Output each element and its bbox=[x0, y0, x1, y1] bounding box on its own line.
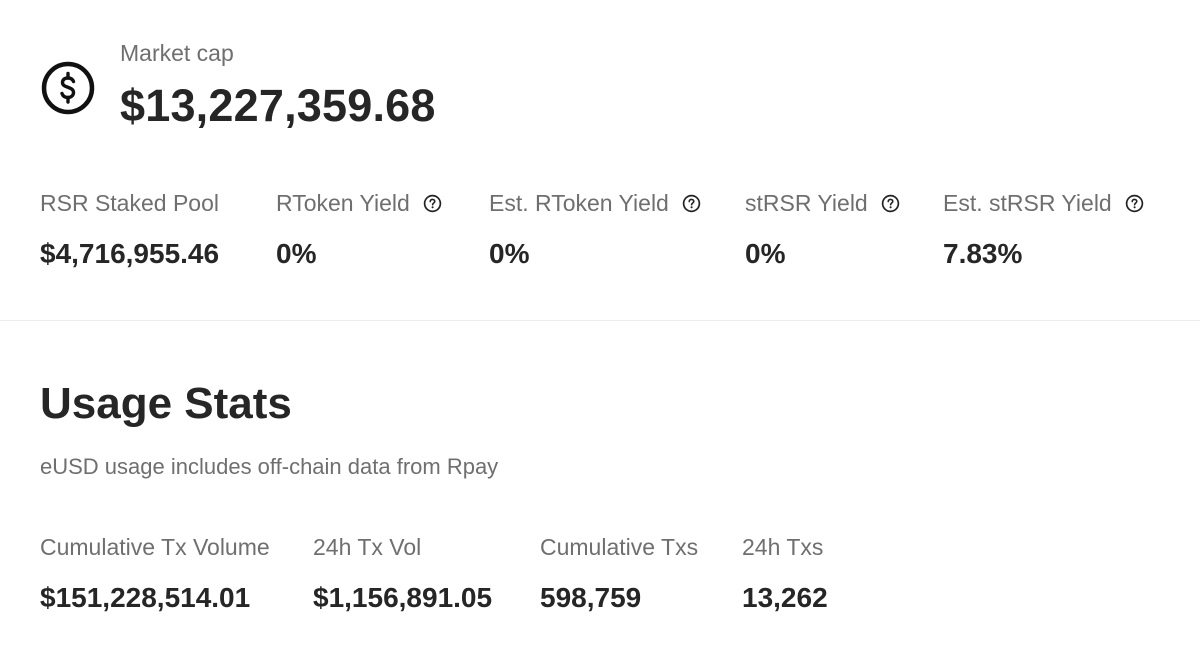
market-cap-label: Market cap bbox=[120, 40, 234, 66]
stat-strsr-yield: stRSR Yield 0% bbox=[745, 188, 900, 272]
stat-value: 0% bbox=[276, 238, 317, 269]
help-icon[interactable] bbox=[423, 194, 442, 213]
stat-label: 24h Txs bbox=[742, 534, 824, 560]
stat-label: Cumulative Tx Volume bbox=[40, 534, 270, 560]
stat-24h-tx-vol: 24h Tx Vol $1,156,891.05 bbox=[313, 532, 492, 616]
page: Market cap $13,227,359.68 RSR Staked Poo… bbox=[0, 0, 1200, 652]
stat-value: $1,156,891.05 bbox=[313, 582, 493, 613]
stat-24h-txs: 24h Txs 13,262 bbox=[742, 532, 828, 616]
stat-label: 24h Tx Vol bbox=[313, 534, 422, 560]
dollar-circle-icon bbox=[41, 61, 95, 115]
stat-value: $4,716,955.46 bbox=[40, 238, 220, 269]
stat-value: 0% bbox=[745, 238, 786, 269]
usage-stats-heading: Usage Stats bbox=[40, 379, 292, 428]
market-cap-value: $13,227,359.68 bbox=[120, 80, 436, 131]
usage-stats-description: eUSD usage includes off-chain data from … bbox=[40, 454, 499, 479]
stat-cumulative-tx-volume: Cumulative Tx Volume $151,228,514.01 bbox=[40, 532, 270, 616]
stat-label: RSR Staked Pool bbox=[40, 190, 219, 216]
stat-label: RToken Yield bbox=[276, 188, 442, 218]
stat-est-rtoken-yield: Est. RToken Yield 0% bbox=[489, 188, 701, 272]
stat-label: Cumulative Txs bbox=[540, 534, 699, 560]
market-cap-section: Market cap $13,227,359.68 bbox=[40, 38, 436, 134]
stat-value: 0% bbox=[489, 238, 530, 269]
stat-value: 7.83% bbox=[943, 238, 1023, 269]
stat-value: 13,262 bbox=[742, 582, 828, 613]
stat-value: 598,759 bbox=[540, 582, 642, 613]
stat-label: stRSR Yield bbox=[745, 188, 900, 218]
stat-rtoken-yield: RToken Yield 0% bbox=[276, 188, 442, 272]
section-divider bbox=[0, 320, 1200, 321]
stat-label: Est. stRSR Yield bbox=[943, 188, 1144, 218]
stat-est-strsr-yield: Est. stRSR Yield 7.83% bbox=[943, 188, 1144, 272]
stat-value: $151,228,514.01 bbox=[40, 582, 251, 613]
stat-rsr-staked-pool: RSR Staked Pool $4,716,955.46 bbox=[40, 188, 219, 272]
help-icon[interactable] bbox=[1125, 194, 1144, 213]
stat-label: Est. RToken Yield bbox=[489, 188, 701, 218]
help-icon[interactable] bbox=[682, 194, 701, 213]
help-icon[interactable] bbox=[881, 194, 900, 213]
stat-cumulative-txs: Cumulative Txs 598,759 bbox=[540, 532, 698, 616]
